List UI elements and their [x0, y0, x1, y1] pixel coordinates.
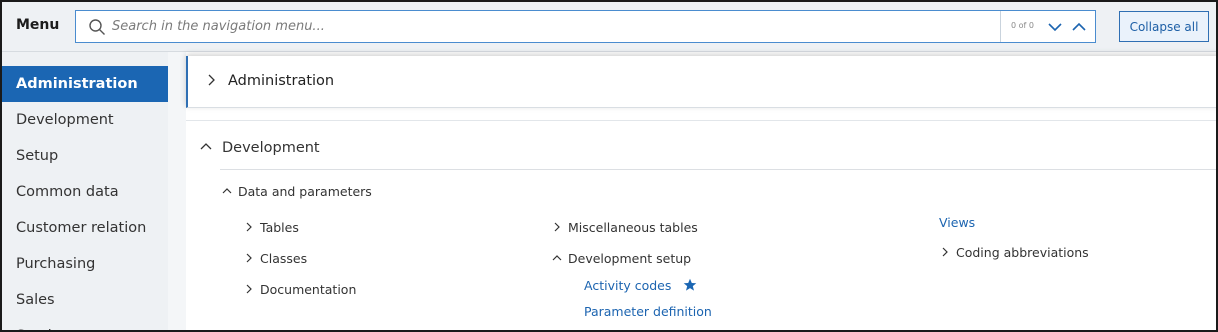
sidebar: Administration Development Setup Common …: [2, 52, 168, 330]
menu-item-classes[interactable]: Classes: [244, 251, 307, 266]
chevron-right-icon: [554, 222, 560, 232]
chevron-right-icon: [208, 74, 215, 86]
menu-content: Administration Development Data and para…: [186, 52, 1216, 330]
administration-title: Administration: [228, 73, 335, 89]
chevron-right-icon: [246, 253, 252, 263]
sidebar-item-administration[interactable]: Administration: [2, 66, 168, 102]
menu-item-label: Coding abbreviations: [956, 245, 1089, 260]
divider: [220, 169, 1216, 170]
menu-item-label: Miscellaneous tables: [568, 220, 698, 235]
menu-item-label: Documentation: [260, 282, 357, 297]
collapse-all-button[interactable]: Collapse all: [1119, 11, 1209, 42]
link-label: Parameter definition: [584, 304, 712, 319]
section-administration: Administration: [186, 56, 1216, 108]
chevron-up-icon: [552, 255, 562, 261]
link-parameter-definition[interactable]: Parameter definition: [584, 304, 712, 319]
chevron-right-icon: [942, 247, 948, 257]
search-input[interactable]: [112, 11, 992, 42]
menu-item-label: Development setup: [568, 251, 692, 266]
link-label: Views: [939, 215, 976, 230]
navigation-menu-window: Menu 0 of 0 Collapse all Administration …: [0, 0, 1218, 332]
menu-item-development-setup[interactable]: Development setup: [552, 251, 691, 266]
chevron-down-icon[interactable]: [1045, 17, 1065, 37]
menu-item-label: Tables: [260, 220, 299, 235]
sidebar-item-purchasing[interactable]: Purchasing: [2, 246, 168, 282]
link-views[interactable]: Views: [939, 215, 975, 230]
sidebar-item-development[interactable]: Development: [2, 102, 168, 138]
sidebar-item-sales[interactable]: Sales: [2, 282, 168, 318]
development-title: Development: [222, 140, 320, 156]
menu-title: Menu: [16, 17, 60, 33]
link-label: Activity codes: [584, 278, 672, 293]
search-icon: [89, 19, 105, 35]
menu-item-label: Classes: [260, 251, 308, 266]
menu-item-tables[interactable]: Tables: [244, 220, 299, 235]
group-title: Data and parameters: [238, 184, 372, 199]
sidebar-item-customer-relation[interactable]: Customer relation: [2, 210, 168, 246]
chevron-up-icon: [200, 143, 212, 150]
menu-item-miscellaneous-tables[interactable]: Miscellaneous tables: [552, 220, 698, 235]
content-gutter: [168, 52, 186, 330]
group-data-and-parameters[interactable]: Data and parameters: [222, 184, 372, 199]
link-activity-codes[interactable]: Activity codes: [584, 278, 697, 293]
menu-toolbar: Menu 0 of 0 Collapse all: [2, 2, 1216, 52]
star-icon[interactable]: [683, 278, 697, 292]
development-header[interactable]: Development: [200, 140, 320, 156]
chevron-up-icon: [222, 188, 232, 194]
section-development: Development Data and parameters Tables C…: [186, 120, 1216, 330]
administration-header[interactable]: Administration: [206, 73, 334, 89]
sidebar-item-common-data[interactable]: Common data: [2, 174, 168, 210]
search-box: 0 of 0: [75, 10, 1096, 43]
chevron-right-icon: [246, 222, 252, 232]
sidebar-item-stock[interactable]: Stock: [2, 318, 168, 330]
search-navigation: 0 of 0: [1000, 11, 1095, 42]
chevron-right-icon: [246, 284, 252, 294]
menu-item-documentation[interactable]: Documentation: [244, 282, 356, 297]
match-count: 0 of 0: [1011, 21, 1034, 30]
sidebar-item-setup[interactable]: Setup: [2, 138, 168, 174]
chevron-up-icon[interactable]: [1069, 17, 1089, 37]
menu-item-coding-abbreviations[interactable]: Coding abbreviations: [940, 245, 1089, 260]
